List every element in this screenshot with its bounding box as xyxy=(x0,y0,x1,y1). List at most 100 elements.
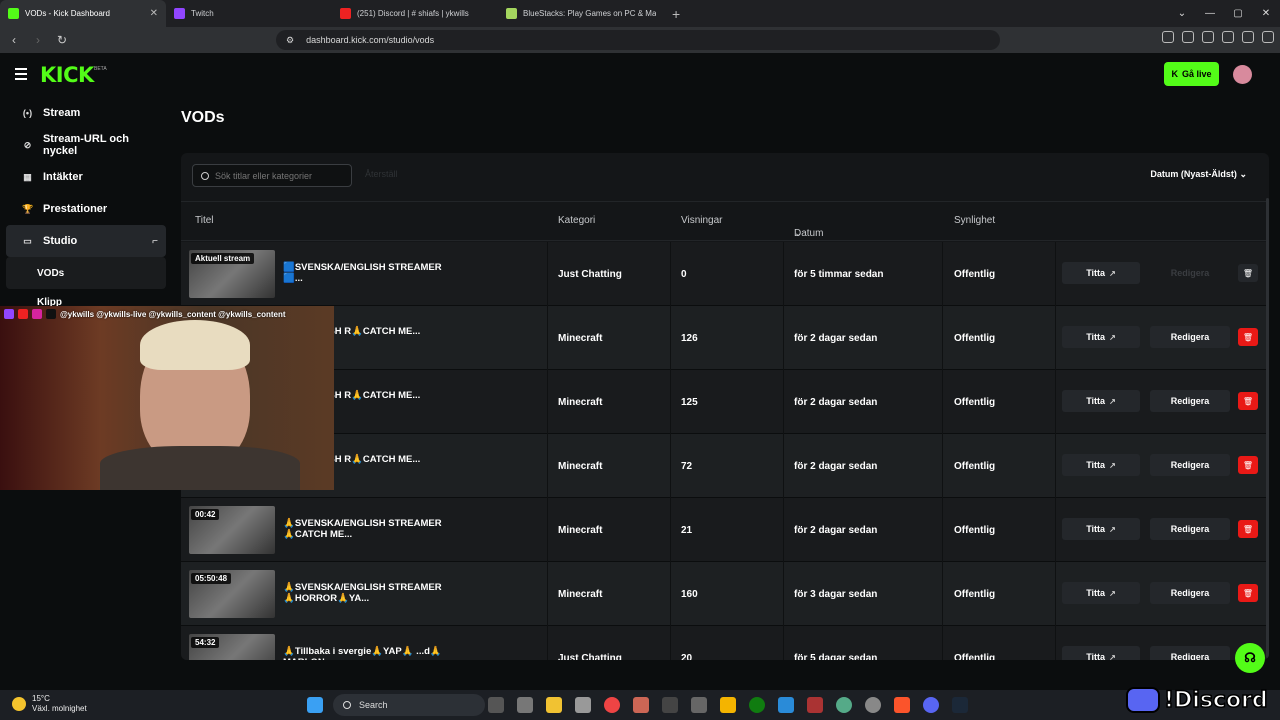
app-icon[interactable] xyxy=(807,697,823,713)
vod-thumbnail[interactable]: 05:50:48 xyxy=(189,570,275,618)
vod-thumbnail[interactable]: Aktuell stream xyxy=(189,250,275,298)
steam-icon[interactable] xyxy=(952,697,968,713)
url-input[interactable]: ⚙ dashboard.kick.com/studio/vods xyxy=(276,30,1000,50)
rockstar-icon[interactable] xyxy=(720,697,736,713)
vod-title[interactable]: 🙏SVENSKA/ENGLISH STREAMER🙏CATCH ME... xyxy=(283,518,453,540)
app-icon[interactable] xyxy=(836,697,852,713)
edit-button[interactable]: Redigera xyxy=(1150,454,1230,476)
delete-button[interactable]: 🗑 xyxy=(1238,392,1258,410)
browser-tab[interactable]: (251) Discord | # shiafs | ykwills xyxy=(332,0,498,27)
column-divider xyxy=(670,498,671,562)
watch-button[interactable]: Titta ↗ xyxy=(1062,518,1140,540)
xbox-icon[interactable] xyxy=(749,697,765,713)
app-icon[interactable] xyxy=(633,697,649,713)
edit-button[interactable]: Redigera xyxy=(1150,582,1230,604)
delete-button[interactable]: 🗑 xyxy=(1238,264,1258,282)
browser-tab[interactable]: Twitch xyxy=(166,0,332,27)
weather-text: Växl. molnighet xyxy=(32,704,87,713)
sidebar-item-vods[interactable]: VODs xyxy=(6,257,166,289)
address-bar: ‹ › ↻ ⚙ dashboard.kick.com/studio/vods xyxy=(0,27,1280,53)
app-icon[interactable] xyxy=(778,697,794,713)
vod-title[interactable]: 🟦SVENSKA/ENGLISH STREAMER🟦... xyxy=(283,262,453,284)
media-player-icon[interactable] xyxy=(517,697,533,713)
reload-icon[interactable]: ↻ xyxy=(52,33,72,47)
sidebar-icon[interactable] xyxy=(1202,31,1214,43)
discord-icon[interactable] xyxy=(923,697,939,713)
app-icon[interactable] xyxy=(691,697,707,713)
app-icon[interactable] xyxy=(662,697,678,713)
download-icon[interactable] xyxy=(1182,31,1194,43)
avatar[interactable] xyxy=(1233,65,1252,84)
wallet-icon[interactable] xyxy=(1222,31,1234,43)
scrollbar[interactable] xyxy=(1266,198,1269,658)
search-input[interactable] xyxy=(215,170,345,181)
watch-label: Titta xyxy=(1086,396,1106,406)
taskbar-search[interactable]: Search xyxy=(333,694,485,716)
delete-button[interactable]: 🗑 xyxy=(1238,584,1258,602)
task-view-icon[interactable] xyxy=(488,697,504,713)
forward-icon[interactable]: › xyxy=(28,33,48,47)
edit-button[interactable]: Redigera xyxy=(1150,326,1230,348)
sidebar-item-achievements[interactable]: 🏆 Prestationer xyxy=(6,193,166,225)
delete-button[interactable]: 🗑 xyxy=(1238,328,1258,346)
close-icon[interactable]: ✕ xyxy=(1252,0,1280,27)
edit-button[interactable]: Redigera xyxy=(1150,518,1230,540)
delete-button[interactable]: 🗑 xyxy=(1238,456,1258,474)
browser-tab-strip: VODs - Kick Dashboard ✕ Twitch (251) Dis… xyxy=(0,0,1280,27)
shield-icon[interactable] xyxy=(1242,31,1254,43)
sidebar-item-studio[interactable]: ▭ Studio ⌐ xyxy=(6,225,166,257)
windows-start-icon[interactable] xyxy=(307,697,323,713)
back-icon[interactable]: ‹ xyxy=(4,33,24,47)
vod-thumbnail[interactable]: 00:42 xyxy=(189,506,275,554)
watch-button[interactable]: Titta ↗ xyxy=(1062,646,1140,660)
chrome-icon[interactable] xyxy=(604,697,620,713)
watch-button[interactable]: Titta ↗ xyxy=(1062,390,1140,412)
new-tab-button[interactable]: + xyxy=(664,0,688,27)
minimize-icon[interactable]: — xyxy=(1196,0,1224,27)
column-views: Visningar xyxy=(681,215,723,226)
sidebar-item-revenue[interactable]: ▦ Intäkter xyxy=(6,161,166,193)
column-divider xyxy=(547,370,548,434)
browser-tab[interactable]: VODs - Kick Dashboard ✕ xyxy=(0,0,166,27)
sidebar-item-stream-url[interactable]: ⊘ Stream-URL och nyckel xyxy=(6,129,166,161)
column-divider xyxy=(670,562,671,626)
vod-title[interactable]: 🙏SVENSKA/ENGLISH STREAMER🙏HORROR🙏YA... xyxy=(283,582,453,604)
edit-button[interactable]: Redigera xyxy=(1150,646,1230,660)
collapse-icon[interactable]: ⌐ xyxy=(152,236,158,247)
store-icon[interactable] xyxy=(575,697,591,713)
watch-button[interactable]: Titta ↗ xyxy=(1062,454,1140,476)
watch-button[interactable]: Titta ↗ xyxy=(1062,326,1140,348)
search-box[interactable] xyxy=(192,164,352,187)
watch-button[interactable]: Titta ↗ xyxy=(1062,262,1140,284)
vod-thumbnail[interactable]: 54:32 xyxy=(189,634,275,660)
site-info-icon[interactable]: ⚙ xyxy=(286,35,294,46)
delete-button[interactable]: 🗑 xyxy=(1238,520,1258,538)
maximize-icon[interactable]: ▢ xyxy=(1224,0,1252,27)
kick-logo[interactable]: KICK xyxy=(40,63,94,87)
go-live-button[interactable]: K Gå live xyxy=(1164,62,1219,86)
watch-button[interactable]: Titta ↗ xyxy=(1062,582,1140,604)
brave-icon[interactable] xyxy=(894,697,910,713)
hamburger-menu-icon[interactable] xyxy=(15,68,27,83)
twitch-favicon-icon xyxy=(174,8,185,19)
chevron-down-icon[interactable]: ⌄ xyxy=(1168,0,1196,27)
vod-date: för 5 timmar sedan xyxy=(794,268,884,280)
sort-dropdown[interactable]: Datum (Nyast-Äldst) ⌄ xyxy=(1150,169,1247,180)
menu-icon[interactable] xyxy=(1262,31,1274,43)
edit-button[interactable]: Redigera xyxy=(1150,390,1230,412)
browser-tab[interactable]: BlueStacks: Play Games on PC & Mac xyxy=(498,0,664,27)
external-link-icon: ↗ xyxy=(1109,588,1116,598)
file-explorer-icon[interactable] xyxy=(546,697,562,713)
edit-button[interactable]: Redigera xyxy=(1150,262,1230,284)
support-chat-button[interactable]: ☊ xyxy=(1235,643,1265,673)
weather-widget[interactable]: 15°C Växl. molnighet xyxy=(12,694,87,714)
column-divider xyxy=(670,434,671,498)
sidebar-item-stream[interactable]: (•) Stream xyxy=(6,97,166,129)
vod-title[interactable]: 🙏Tillbaka i svergie🙏YAP🙏 ...d🙏MARLON xyxy=(283,646,453,660)
close-icon[interactable]: ✕ xyxy=(150,8,158,19)
reset-filter-button[interactable]: Återställ xyxy=(365,169,398,179)
extensions-icon[interactable] xyxy=(1162,31,1174,43)
app-icon[interactable] xyxy=(865,697,881,713)
table-header: Titel Kategori Visningar Datum ⌄ Synligh… xyxy=(181,201,1269,241)
sort-label: Datum (Nyast-Äldst) xyxy=(1150,169,1237,179)
